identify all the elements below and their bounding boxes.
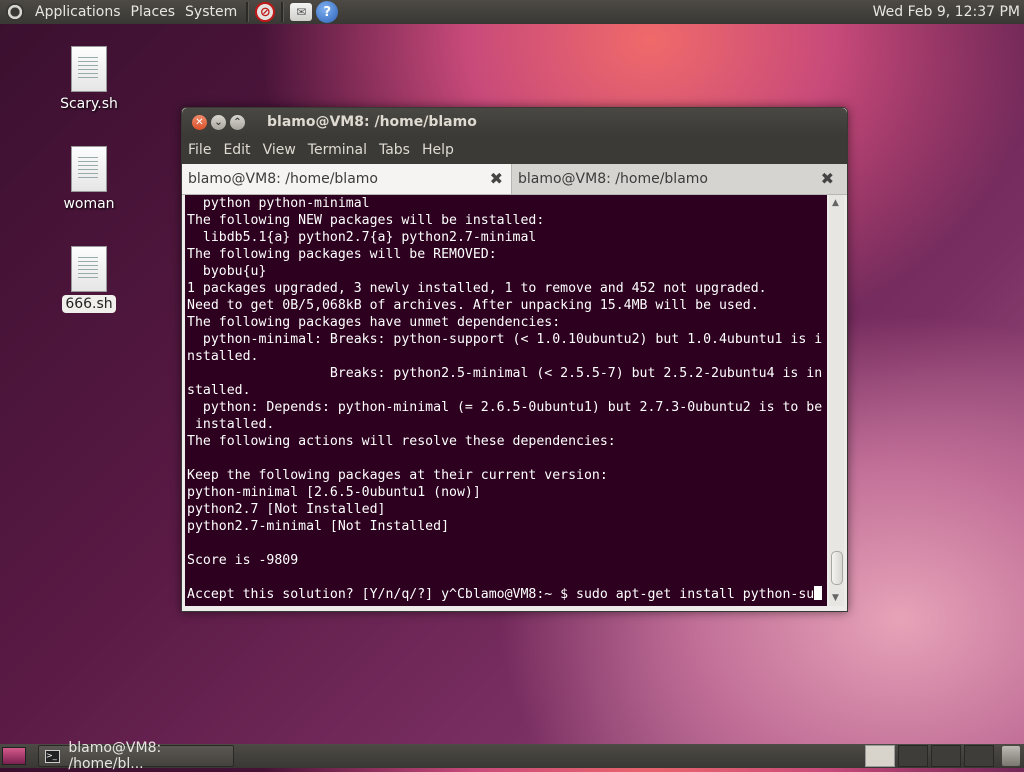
text-file-icon xyxy=(71,146,107,192)
terminal-icon: >_ xyxy=(45,749,61,763)
terminal-line: stalled. xyxy=(187,383,251,398)
bottom-panel: >_ blamo@VM8: /home/bl... xyxy=(0,740,1024,772)
panel-separator xyxy=(281,2,285,22)
terminal-line: installed. xyxy=(187,417,275,432)
terminal-line: python2.7-minimal [Not Installed] xyxy=(187,519,450,534)
tab-bar: blamo@VM8: /home/blamo ✖ blamo@VM8: /hom… xyxy=(182,164,847,195)
desktop-icon-666-sh[interactable]: 666.sh xyxy=(49,246,129,313)
show-desktop-icon[interactable] xyxy=(2,747,26,765)
window-titlebar[interactable]: ✕ ⌄ ⌃ blamo@VM8: /home/blamo xyxy=(182,108,847,136)
workspace-1[interactable] xyxy=(865,745,895,767)
panel-separator xyxy=(246,2,250,22)
taskbar-window-button[interactable]: >_ blamo@VM8: /home/bl... xyxy=(38,740,234,772)
minimize-icon[interactable]: ⌄ xyxy=(211,114,226,130)
tab-label: blamo@VM8: /home/blamo xyxy=(518,171,708,187)
help-icon[interactable]: ? xyxy=(316,1,339,23)
menu-system[interactable]: System xyxy=(180,4,242,20)
menu-help[interactable]: Help xyxy=(416,142,460,158)
top-panel: Applications Places System ⊘ ✉ ? Wed Feb… xyxy=(0,0,1024,24)
script-file-icon xyxy=(71,46,107,92)
terminal-line: python: Depends: python-minimal (= 2.6.5… xyxy=(187,400,823,415)
menu-file[interactable]: File xyxy=(182,142,217,158)
terminal-line: Score is -9809 xyxy=(187,553,299,568)
terminal-line: python2.7 [Not Installed] xyxy=(187,502,386,517)
terminal-line: libdb5.1{a} python2.7{a} python2.7-minim… xyxy=(187,230,537,245)
tab-1[interactable]: blamo@VM8: /home/blamo ✖ xyxy=(182,164,512,194)
window-title: blamo@VM8: /home/blamo xyxy=(267,114,477,130)
desktop-icon-label: 666.sh xyxy=(62,295,116,313)
terminal-line: python python-minimal xyxy=(187,196,370,211)
menu-terminal[interactable]: Terminal xyxy=(302,142,373,158)
workspace-2[interactable] xyxy=(898,745,928,767)
terminal-line: Breaks: python2.5-minimal (< 2.5.5-7) bu… xyxy=(187,366,823,381)
close-tab-icon[interactable]: ✖ xyxy=(490,169,503,188)
text-cursor xyxy=(814,586,823,600)
workspace-4[interactable] xyxy=(964,745,994,767)
terminal-line: python-minimal: Breaks: python-support (… xyxy=(187,332,823,347)
close-icon[interactable]: ✕ xyxy=(192,114,207,130)
workspace-switcher xyxy=(862,745,1024,767)
clock[interactable]: Wed Feb 9, 12:37 PM xyxy=(873,4,1020,20)
workspace-3[interactable] xyxy=(931,745,961,767)
terminal-line: Need to get 0B/5,068kB of archives. Afte… xyxy=(187,298,759,313)
menu-edit[interactable]: Edit xyxy=(217,142,256,158)
scroll-up-icon[interactable]: ▲ xyxy=(832,198,839,208)
terminal-line: 1 packages upgraded, 3 newly installed, … xyxy=(187,281,767,296)
menubar: File Edit View Terminal Tabs Help xyxy=(182,136,847,164)
terminal-line: Keep the following packages at their cur… xyxy=(187,468,608,483)
ubuntu-logo-icon[interactable] xyxy=(6,3,24,21)
terminal-line: nstalled. xyxy=(187,349,259,364)
mail-icon[interactable]: ✉ xyxy=(290,3,313,21)
scrollbar-thumb[interactable] xyxy=(831,551,843,585)
terminal-line: The following packages have unmet depend… xyxy=(187,315,561,330)
taskbar-window-label: blamo@VM8: /home/bl... xyxy=(68,740,162,772)
close-tab-icon[interactable]: ✖ xyxy=(821,169,834,188)
tab-label: blamo@VM8: /home/blamo xyxy=(188,171,378,187)
terminal-line: The following packages will be REMOVED: xyxy=(187,247,497,262)
terminal-line: byobu{u} xyxy=(187,264,267,279)
tab-2[interactable]: blamo@VM8: /home/blamo ✖ xyxy=(512,164,842,194)
menu-tabs[interactable]: Tabs xyxy=(373,142,416,158)
desktop-icon-scary-sh[interactable]: Scary.sh xyxy=(49,46,129,112)
terminal-line: The following NEW packages will be insta… xyxy=(187,213,545,228)
terminal-line: The following actions will resolve these… xyxy=(187,434,616,449)
terminal-output[interactable]: python python-minimal The following NEW p… xyxy=(185,195,827,606)
desktop-icon-label: Scary.sh xyxy=(60,96,118,112)
menu-places[interactable]: Places xyxy=(126,4,181,20)
script-file-icon xyxy=(71,246,107,292)
menu-view[interactable]: View xyxy=(257,142,302,158)
maximize-icon[interactable]: ⌃ xyxy=(230,114,245,130)
terminal-text: python python-minimal The following NEW p… xyxy=(185,195,827,586)
menu-applications[interactable]: Applications xyxy=(30,4,126,20)
vertical-scrollbar[interactable]: ▲ ▼ xyxy=(829,195,844,606)
desktop-icon-label: woman xyxy=(63,196,115,212)
trash-icon[interactable] xyxy=(1002,746,1020,766)
scroll-down-icon[interactable]: ▼ xyxy=(832,593,839,603)
terminal-line: python-minimal [2.6.5-0ubuntu1 (now)] xyxy=(187,485,481,500)
terminal-prompt-line[interactable]: Accept this solution? [Y/n/q/?] y^Cblamo… xyxy=(185,586,827,603)
prompt-text: Accept this solution? [Y/n/q/?] y^Cblamo… xyxy=(187,587,815,602)
terminal-window[interactable]: ✕ ⌄ ⌃ blamo@VM8: /home/blamo File Edit V… xyxy=(181,107,848,612)
desktop-icon-woman[interactable]: woman xyxy=(49,146,129,212)
no-entry-icon[interactable]: ⊘ xyxy=(255,2,276,22)
